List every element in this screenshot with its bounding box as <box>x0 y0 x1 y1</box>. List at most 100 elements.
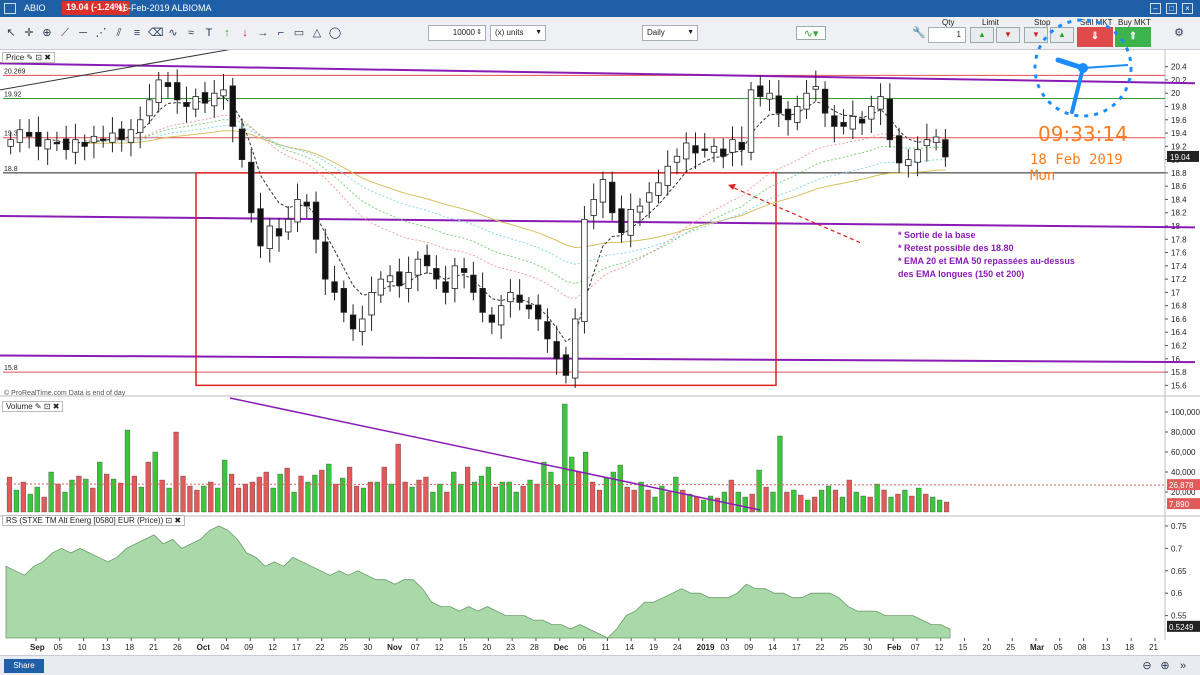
wrench-icon[interactable]: 🔧 <box>912 26 926 40</box>
zoom-icon[interactable]: ⊕ <box>40 26 54 40</box>
volume-bar <box>27 493 33 513</box>
chart-canvas[interactable]: 15.615.81616.216.416.616.81717.217.417.6… <box>0 50 1200 655</box>
text-icon[interactable]: T <box>202 26 216 40</box>
maximize-icon[interactable]: □ <box>1166 3 1177 14</box>
limit-sell-button[interactable]: ▼ <box>996 27 1020 43</box>
candle-body <box>127 129 135 143</box>
x-tick-label: 06 <box>578 643 587 652</box>
x-tick-label: 04 <box>220 643 229 652</box>
rs-tag-label: 0.5249 <box>1169 623 1194 632</box>
x-tick-label: 12 <box>435 643 444 652</box>
limit-label: Limit <box>982 18 999 27</box>
period-select[interactable]: Daily ▼ <box>642 25 698 41</box>
units-select[interactable]: (x) units ▼ <box>490 25 546 41</box>
order-qty-input[interactable]: 1 <box>928 27 966 43</box>
cursor-icon[interactable]: ↖ <box>4 26 18 40</box>
candle-body <box>932 136 940 143</box>
volume-bar <box>444 491 450 513</box>
volume-bar <box>471 481 478 513</box>
chevron-down-icon[interactable]: ▼ <box>687 26 694 40</box>
limit-buy-button[interactable]: ▲ <box>970 27 994 43</box>
delete-icon[interactable]: ⌫ <box>148 26 164 40</box>
clock-face-icon <box>1033 18 1133 118</box>
x-tick-label: 18 <box>125 643 134 652</box>
price-tick-label: 18.8 <box>1171 169 1187 178</box>
volume-tick-label: 40,000 <box>1171 468 1196 477</box>
volume-bar <box>701 499 707 513</box>
bottom-bar: Share ⊖ ⊕ » <box>0 655 1200 675</box>
candle-body <box>618 208 625 234</box>
channel-icon[interactable]: ⫽ <box>112 26 126 40</box>
settings-icon[interactable]: ⚙ <box>1172 26 1186 40</box>
candle-body <box>562 354 570 376</box>
volume-bar <box>55 483 61 513</box>
pattern-icon[interactable]: ∿ <box>166 26 180 40</box>
volume-bar <box>465 466 471 513</box>
x-tick-label: 25 <box>1006 643 1015 652</box>
fan-icon[interactable]: ⋰ <box>94 26 108 40</box>
quantity-input[interactable]: 10000 ⇕ <box>428 25 486 41</box>
volume-bar <box>284 467 290 513</box>
volume-bar <box>41 496 47 513</box>
crosshair-icon[interactable]: ✛ <box>22 26 36 40</box>
right-arrow-icon[interactable]: → <box>256 26 270 40</box>
x-tick-label: 13 <box>101 643 110 652</box>
chevron-down-icon[interactable]: ▼ <box>535 26 542 40</box>
volume-bar <box>916 487 922 513</box>
share-button[interactable]: Share <box>4 659 44 673</box>
candle-body <box>507 291 514 303</box>
volume-bar <box>735 491 741 513</box>
minimize-icon[interactable]: – <box>1150 3 1161 14</box>
volume-tick-label: 60,000 <box>1171 448 1196 457</box>
level-label: 18.8 <box>4 166 18 173</box>
x-tick-label: 13 <box>1101 643 1110 652</box>
zoom-out-icon[interactable]: ⊖ <box>1140 659 1154 673</box>
down-arrow-icon[interactable]: ↓ <box>238 26 252 40</box>
candle-body <box>747 89 755 153</box>
volume-bar <box>187 485 193 513</box>
polyline-icon[interactable]: ⌐ <box>274 26 288 40</box>
volume-bar <box>770 491 776 513</box>
rectangle-icon[interactable]: ▭ <box>292 26 306 40</box>
volume-bar <box>145 461 151 513</box>
x-tick-label: Feb <box>887 643 901 652</box>
candle-body <box>692 145 699 154</box>
spinner-icon[interactable]: ⇕ <box>476 26 482 40</box>
volume-bar <box>673 476 679 513</box>
volume-bar <box>319 469 325 513</box>
x-tick-label: 21 <box>149 643 158 652</box>
candle-body <box>738 141 745 151</box>
ellipse-icon[interactable]: ◯ <box>328 26 342 40</box>
candle-body <box>275 228 283 237</box>
volume-bar <box>76 475 82 513</box>
candle-body <box>942 139 949 158</box>
scroll-right-icon[interactable]: » <box>1176 659 1190 673</box>
volume-bar <box>13 489 19 513</box>
volume-bar <box>34 486 40 513</box>
candle-body <box>294 199 301 223</box>
x-tick-label: 09 <box>244 643 253 652</box>
x-tick-label: 11 <box>601 643 610 652</box>
close-icon[interactable]: × <box>1182 3 1193 14</box>
zoom-in-icon[interactable]: ⊕ <box>1158 659 1172 673</box>
wave-icon[interactable]: ≈ <box>184 26 198 40</box>
indicators-icon[interactable]: ∿▾ <box>796 26 826 40</box>
triangle-icon[interactable]: △ <box>310 26 324 40</box>
candle-body <box>303 201 310 207</box>
fibonacci-icon[interactable]: ≡ <box>130 26 144 40</box>
candle-body <box>599 179 607 203</box>
candle-body <box>44 139 51 150</box>
x-tick-label: 24 <box>673 643 682 652</box>
x-tick-label: 10 <box>78 643 87 652</box>
up-arrow-icon[interactable]: ↑ <box>220 26 234 40</box>
candle-body <box>766 92 773 100</box>
volume-bar <box>805 499 811 513</box>
horizontal-line-icon[interactable]: ─ <box>76 26 90 40</box>
volume-bar <box>895 493 901 513</box>
volume-bar <box>687 493 693 513</box>
trendline-icon[interactable]: ⟋ <box>58 26 72 40</box>
candle-body <box>914 149 921 163</box>
annotation-line-3: * EMA 20 et EMA 50 repassées au-dessus <box>898 256 1075 266</box>
candle-body <box>90 135 98 143</box>
price-tick-label: 17.8 <box>1171 235 1187 244</box>
